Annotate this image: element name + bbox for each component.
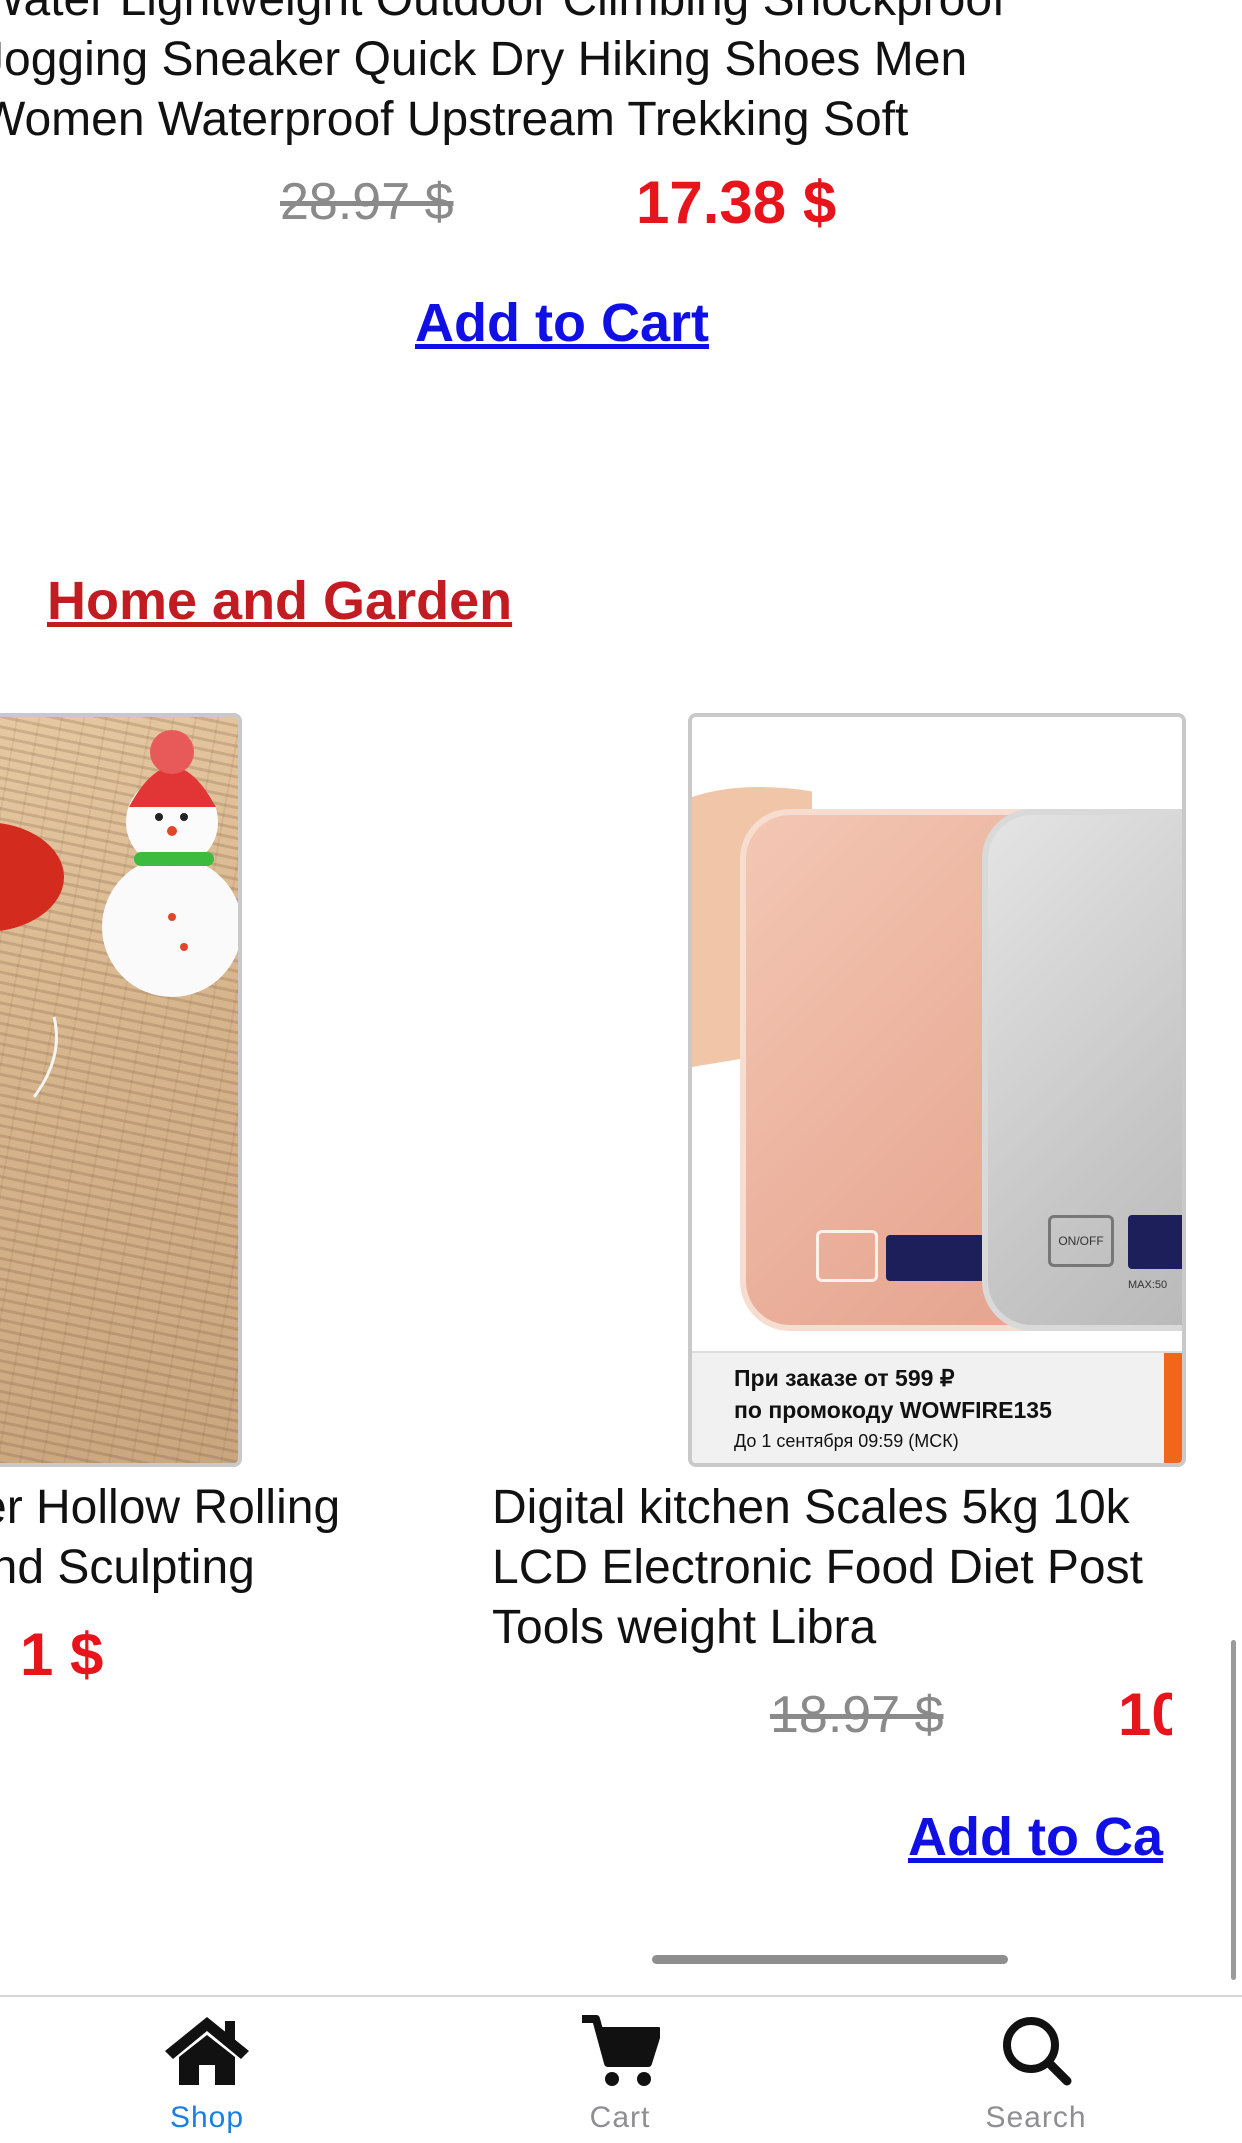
product-title-line: Water Lightweight Outdoor Climbing Shock… (0, 0, 1160, 30)
old-price: 18.97 $ (770, 1686, 944, 1744)
tab-search[interactable]: Search (926, 1997, 1146, 2143)
tab-label: Cart (589, 2101, 651, 2134)
tab-shop[interactable]: Shop (97, 1997, 317, 2143)
tab-label: Search (985, 2101, 1087, 2134)
content-scroll-area[interactable]: Water Lightweight Outdoor Climbing Shock… (0, 0, 1242, 1995)
product-image-kitchen-scale[interactable]: ON/OFF MAX:50 При заказе от 599 ₽ по про… (688, 713, 1186, 1467)
max-label: MAX:50 (1128, 1279, 1168, 1291)
section-title-home-and-garden[interactable]: Home and Garden (47, 570, 512, 632)
add-to-cart-button[interactable]: Add to Ca (908, 1806, 1163, 1868)
bottom-tab-bar: Shop Cart Search (0, 1995, 1242, 2143)
promo-line: До 1 сентября 09:59 (МСК) (734, 1431, 959, 1451)
onoff-button: ON/OFF (1048, 1215, 1114, 1267)
product-title-line: Women Waterproof Upstream Trekking Soft (0, 93, 909, 146)
promo-accent (1164, 1353, 1182, 1463)
cart-icon (582, 2015, 660, 2086)
tab-label: Shop (169, 2101, 245, 2134)
promo-banner: При заказе от 599 ₽ по промокоду WOWFIRE… (692, 1351, 1182, 1463)
product-image-snowman[interactable] (0, 713, 242, 1467)
product-title-line: Tools weight Libra (492, 1601, 877, 1654)
tab-cart[interactable]: Cart (510, 1997, 730, 2143)
sale-price: 10 (1118, 1681, 1172, 1748)
promo-line: При заказе от 599 ₽ (734, 1365, 955, 1391)
product-title-line: er Hollow Rolling (0, 1481, 341, 1534)
sale-price: 17.38 $ (636, 169, 837, 236)
home-icon (165, 2017, 249, 2085)
snowman-illustration (0, 730, 238, 1098)
product-title: Digital kitchen Scales 5kg 10k LCD Elect… (492, 1478, 1172, 1658)
horizontal-scroll-indicator (652, 1955, 1008, 1964)
add-to-cart-button[interactable]: Add to Cart (415, 292, 709, 354)
vertical-scrollbar[interactable] (1231, 1640, 1236, 1980)
scale-button (816, 1230, 878, 1282)
product-title: er Hollow Rolling ind Sculpting (0, 1478, 410, 1598)
silver-scale: ON/OFF MAX:50 (982, 809, 1182, 1331)
old-price: 28.97 $ (280, 173, 454, 231)
product-title: Water Lightweight Outdoor Climbing Shock… (0, 0, 1160, 150)
scale-display (1128, 1215, 1182, 1269)
product-title-line: Digital kitchen Scales 5kg 10k (492, 1481, 1130, 1534)
product-title-line: LCD Electronic Food Diet Post (492, 1541, 1143, 1594)
product-title-line: ind Sculpting (0, 1541, 255, 1594)
promo-line: по промокоду WOWFIRE135 (734, 1397, 1052, 1423)
sale-price: 1 $ (20, 1621, 104, 1688)
search-icon (1003, 2017, 1072, 2086)
product-title-line: Jogging Sneaker Quick Dry Hiking Shoes M… (0, 33, 968, 86)
